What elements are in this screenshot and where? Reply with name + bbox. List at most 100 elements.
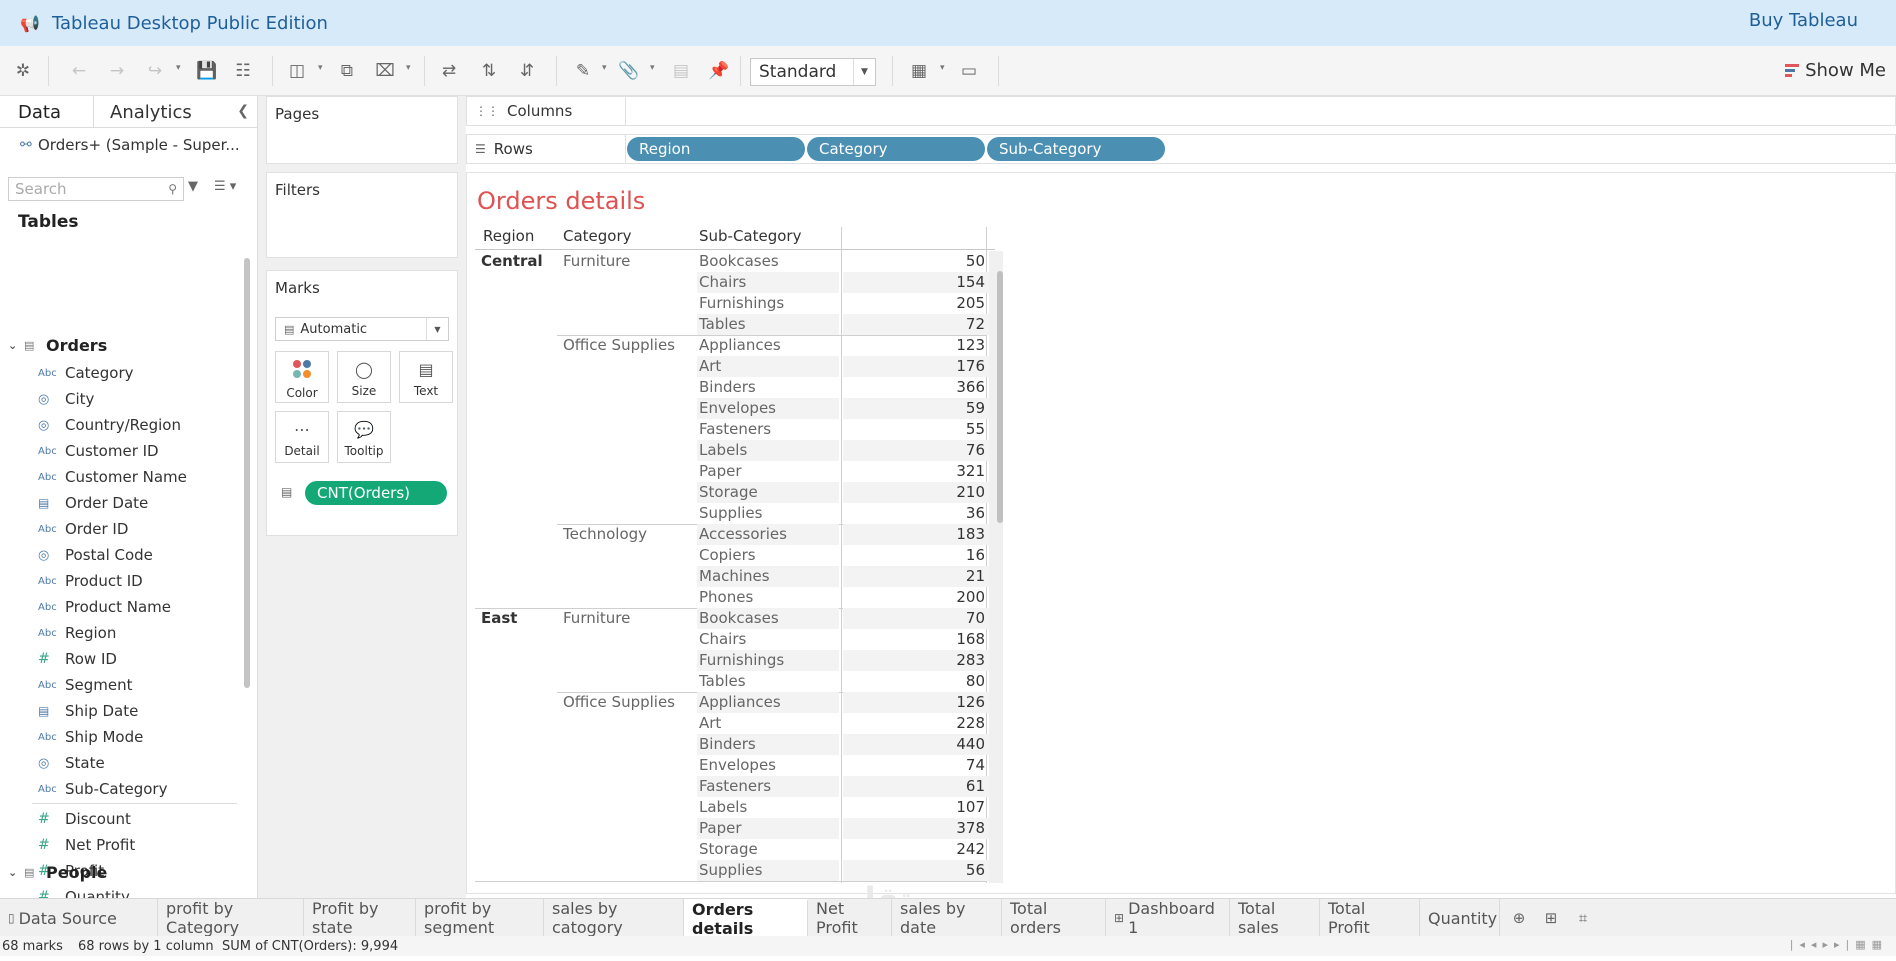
tab-total-orders[interactable]: Total orders: [1002, 899, 1106, 937]
table-cell-value[interactable]: 154: [843, 272, 989, 293]
clear-sheet-icon[interactable]: ⌧: [374, 60, 396, 82]
table-cell-value[interactable]: 70: [843, 608, 989, 629]
table-cell-value[interactable]: 378: [843, 818, 989, 839]
table-cell-value[interactable]: 72: [843, 314, 989, 335]
field-product-id[interactable]: Abc Product ID: [38, 569, 143, 593]
new-data-source-icon[interactable]: ☷: [232, 60, 254, 82]
category-header-furniture[interactable]: Furniture: [563, 252, 630, 270]
table-cell-value[interactable]: 74: [843, 755, 989, 776]
tab-dashboard-1[interactable]: ⊞ Dashboard 1: [1106, 899, 1230, 937]
table-row-label[interactable]: Envelopes: [697, 755, 839, 776]
tab-quantity[interactable]: Quantity: [1420, 899, 1500, 937]
text-button[interactable]: ▤ Text: [399, 351, 453, 403]
table-cell-value[interactable]: 50: [843, 251, 989, 272]
field-country-region[interactable]: ◎ Country/Region: [38, 413, 181, 437]
field-customer-id[interactable]: Abc Customer ID: [38, 439, 159, 463]
rows-shelf[interactable]: ☰ Rows Region Category Sub-Category: [466, 134, 1896, 164]
table-row-label[interactable]: Binders: [697, 377, 839, 398]
new-worksheet-icon[interactable]: ◫: [286, 60, 308, 82]
table-row-label[interactable]: Bookcases: [697, 251, 839, 272]
table-row-label[interactable]: Storage: [697, 839, 839, 860]
field-order-id[interactable]: Abc Order ID: [38, 517, 128, 541]
sub-category-pill[interactable]: Sub-Category: [987, 137, 1165, 161]
table-row-label[interactable]: Art: [697, 356, 839, 377]
tab-net-profit[interactable]: Net Profit: [808, 899, 892, 937]
chevron-down-icon[interactable]: ▼: [426, 318, 448, 340]
data-source-item[interactable]: ⚯ Orders+ (Sample - Super...: [20, 136, 240, 154]
table-cell-value[interactable]: 283: [843, 650, 989, 671]
search-input[interactable]: Search ⚲: [8, 177, 184, 201]
category-header-technology[interactable]: Technology: [563, 525, 647, 543]
field-city[interactable]: ◎ City: [38, 387, 94, 411]
tab-data-source[interactable]: ▯ Data Source: [0, 899, 158, 937]
field-customer-name[interactable]: Abc Customer Name: [38, 465, 187, 489]
tab-profit-by-state[interactable]: Profit by state: [304, 899, 416, 937]
tab-profit-by-category[interactable]: profit by Category: [158, 899, 304, 937]
redo-icon[interactable]: →: [106, 60, 128, 82]
duplicate-sheet-icon[interactable]: ⧉: [336, 60, 358, 82]
table-row-label[interactable]: Phones: [697, 587, 839, 608]
table-cell-value[interactable]: 55: [843, 419, 989, 440]
field-segment[interactable]: Abc Segment: [38, 673, 133, 697]
mark-type-select[interactable]: ▤ Automatic ▼: [275, 317, 449, 341]
view-size-select[interactable]: Standard ▼: [750, 58, 876, 86]
table-cell-value[interactable]: 183: [843, 524, 989, 545]
table-cell-value[interactable]: 321: [843, 461, 989, 482]
table-row-label[interactable]: Supplies: [697, 860, 839, 881]
undo-icon[interactable]: ←: [68, 60, 90, 82]
table-cell-value[interactable]: 366: [843, 377, 989, 398]
table-row-label[interactable]: Envelopes: [697, 398, 839, 419]
collapse-pane-icon[interactable]: ❮: [237, 103, 249, 119]
field-ship-mode[interactable]: Abc Ship Mode: [38, 725, 143, 749]
table-row-label[interactable]: Furnishings: [697, 650, 839, 671]
tab-analytics[interactable]: Analytics: [110, 102, 192, 123]
size-button[interactable]: ◯ Size: [337, 351, 391, 403]
chevron-down-icon[interactable]: ⌄: [8, 866, 24, 879]
group-dropdown-icon[interactable]: ▾: [650, 63, 655, 73]
table-cell-value[interactable]: 80: [843, 671, 989, 692]
highlight-dropdown-icon[interactable]: ▾: [602, 63, 607, 73]
table-row-label[interactable]: Accessories: [697, 524, 839, 545]
pages-card[interactable]: Pages: [266, 96, 458, 164]
table-cell-value[interactable]: 440: [843, 734, 989, 755]
header-sub-category[interactable]: Sub-Category: [699, 227, 801, 245]
columns-shelf[interactable]: ⋮⋮ Columns: [466, 96, 1896, 126]
field-ship-date[interactable]: ▤ Ship Date: [38, 699, 138, 723]
table-row-label[interactable]: Labels: [697, 440, 839, 461]
table-row-label[interactable]: Storage: [697, 482, 839, 503]
table-cell-value[interactable]: 123: [843, 335, 989, 356]
field-row-id[interactable]: # Row ID: [38, 647, 117, 671]
table-row-label[interactable]: Machines: [697, 566, 839, 587]
cnt-orders-pill[interactable]: CNT(Orders): [305, 481, 447, 505]
table-cell-value[interactable]: 168: [843, 629, 989, 650]
table-cell-value[interactable]: 59: [843, 398, 989, 419]
detail-button[interactable]: ⋯ Detail: [275, 411, 329, 463]
table-cell-value[interactable]: 126: [843, 692, 989, 713]
tab-total-profit[interactable]: Total Profit: [1320, 899, 1420, 937]
swap-rows-columns-icon[interactable]: ⇄: [438, 60, 460, 82]
tableau-logo-icon[interactable]: ✲: [12, 60, 34, 82]
replay-icon[interactable]: ↪: [144, 60, 166, 82]
table-people[interactable]: ⌄ ▤ People: [8, 863, 107, 882]
filter-icon[interactable]: ▼: [188, 179, 198, 194]
field-postal-code[interactable]: ◎ Postal Code: [38, 543, 153, 567]
table-cell-value[interactable]: 76: [843, 440, 989, 461]
field-order-date[interactable]: ▤ Order Date: [38, 491, 148, 515]
table-cell-value[interactable]: 242: [843, 839, 989, 860]
tab-sales-by-catogory[interactable]: sales by catogory: [544, 899, 684, 937]
chevron-down-icon[interactable]: ⌄: [8, 339, 24, 352]
table-cell-value[interactable]: 56: [843, 860, 989, 881]
show-me-button[interactable]: Show Me: [1785, 60, 1886, 81]
table-row-label[interactable]: Fasteners: [697, 419, 839, 440]
table-cell-value[interactable]: 16: [843, 545, 989, 566]
field-net-profit[interactable]: # Net Profit: [38, 833, 135, 857]
data-pane-scrollbar[interactable]: [244, 258, 250, 688]
tab-total-sales[interactable]: Total sales: [1230, 899, 1320, 937]
filters-card[interactable]: Filters: [266, 172, 458, 258]
highlight-icon[interactable]: ✎: [572, 60, 594, 82]
table-row-label[interactable]: Appliances: [697, 692, 839, 713]
group-members-icon[interactable]: 📎: [618, 60, 640, 82]
tooltip-button[interactable]: 💬 Tooltip: [337, 411, 391, 463]
category-header-office-supplies[interactable]: Office Supplies: [563, 693, 675, 711]
table-row-label[interactable]: Chairs: [697, 629, 839, 650]
